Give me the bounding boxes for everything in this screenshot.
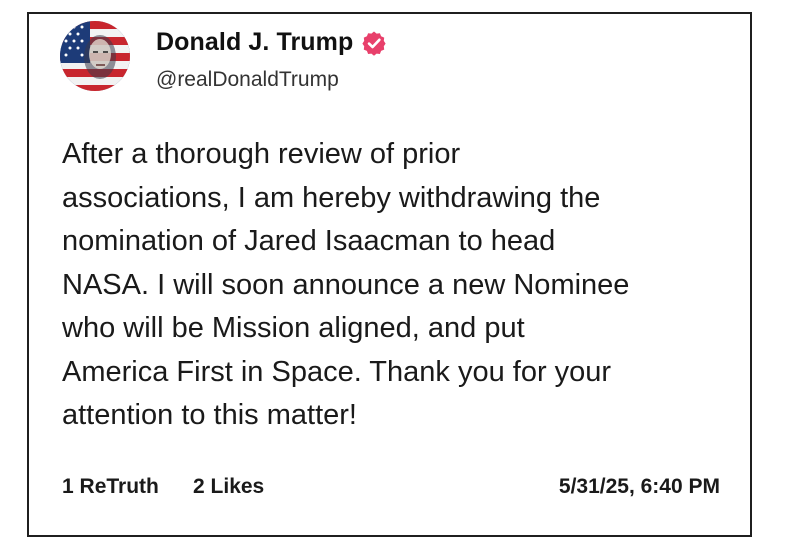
retruths-stat[interactable]: 1 ReTruth — [62, 475, 159, 499]
post-text-line: NASA. I will soon announce a new Nominee — [62, 268, 630, 301]
post-text-line: who will be Mission aligned, and put — [62, 312, 525, 344]
retruths-count: 1 — [62, 475, 74, 498]
verified-badge-icon — [362, 31, 386, 56]
likes-count: 2 — [193, 475, 205, 498]
post-text-line: associations, I am hereby withdrawing th… — [62, 181, 601, 214]
likes-stat[interactable]: 2 Likes — [193, 475, 264, 499]
retruths-label: ReTruth — [79, 475, 159, 498]
author-name-row: Donald J. Trump — [156, 28, 387, 57]
post-text-line: nomination of Jared Isaacman to head — [62, 225, 556, 257]
post-text-line: America First in Space. Thank you for yo… — [62, 355, 612, 388]
post-body: After a thorough review of prior associa… — [62, 133, 722, 438]
post-timestamp[interactable]: 5/31/25, 6:40 PM — [559, 475, 720, 499]
post-text-line: attention to this matter! — [62, 399, 357, 431]
avatar[interactable] — [60, 21, 130, 91]
post-text-line: After a thorough review of prior — [62, 138, 461, 170]
likes-label: Likes — [210, 475, 265, 498]
post-footer: 1 ReTruth 2 Likes 5/31/25, 6:40 PM — [62, 475, 720, 503]
post-card: Donald J. Trump @realDonaldTrump After a… — [27, 12, 752, 537]
author-handle[interactable]: @realDonaldTrump — [156, 68, 339, 92]
author-display-name[interactable]: Donald J. Trump — [156, 28, 353, 57]
flag-portrait-avatar-icon — [60, 21, 130, 91]
